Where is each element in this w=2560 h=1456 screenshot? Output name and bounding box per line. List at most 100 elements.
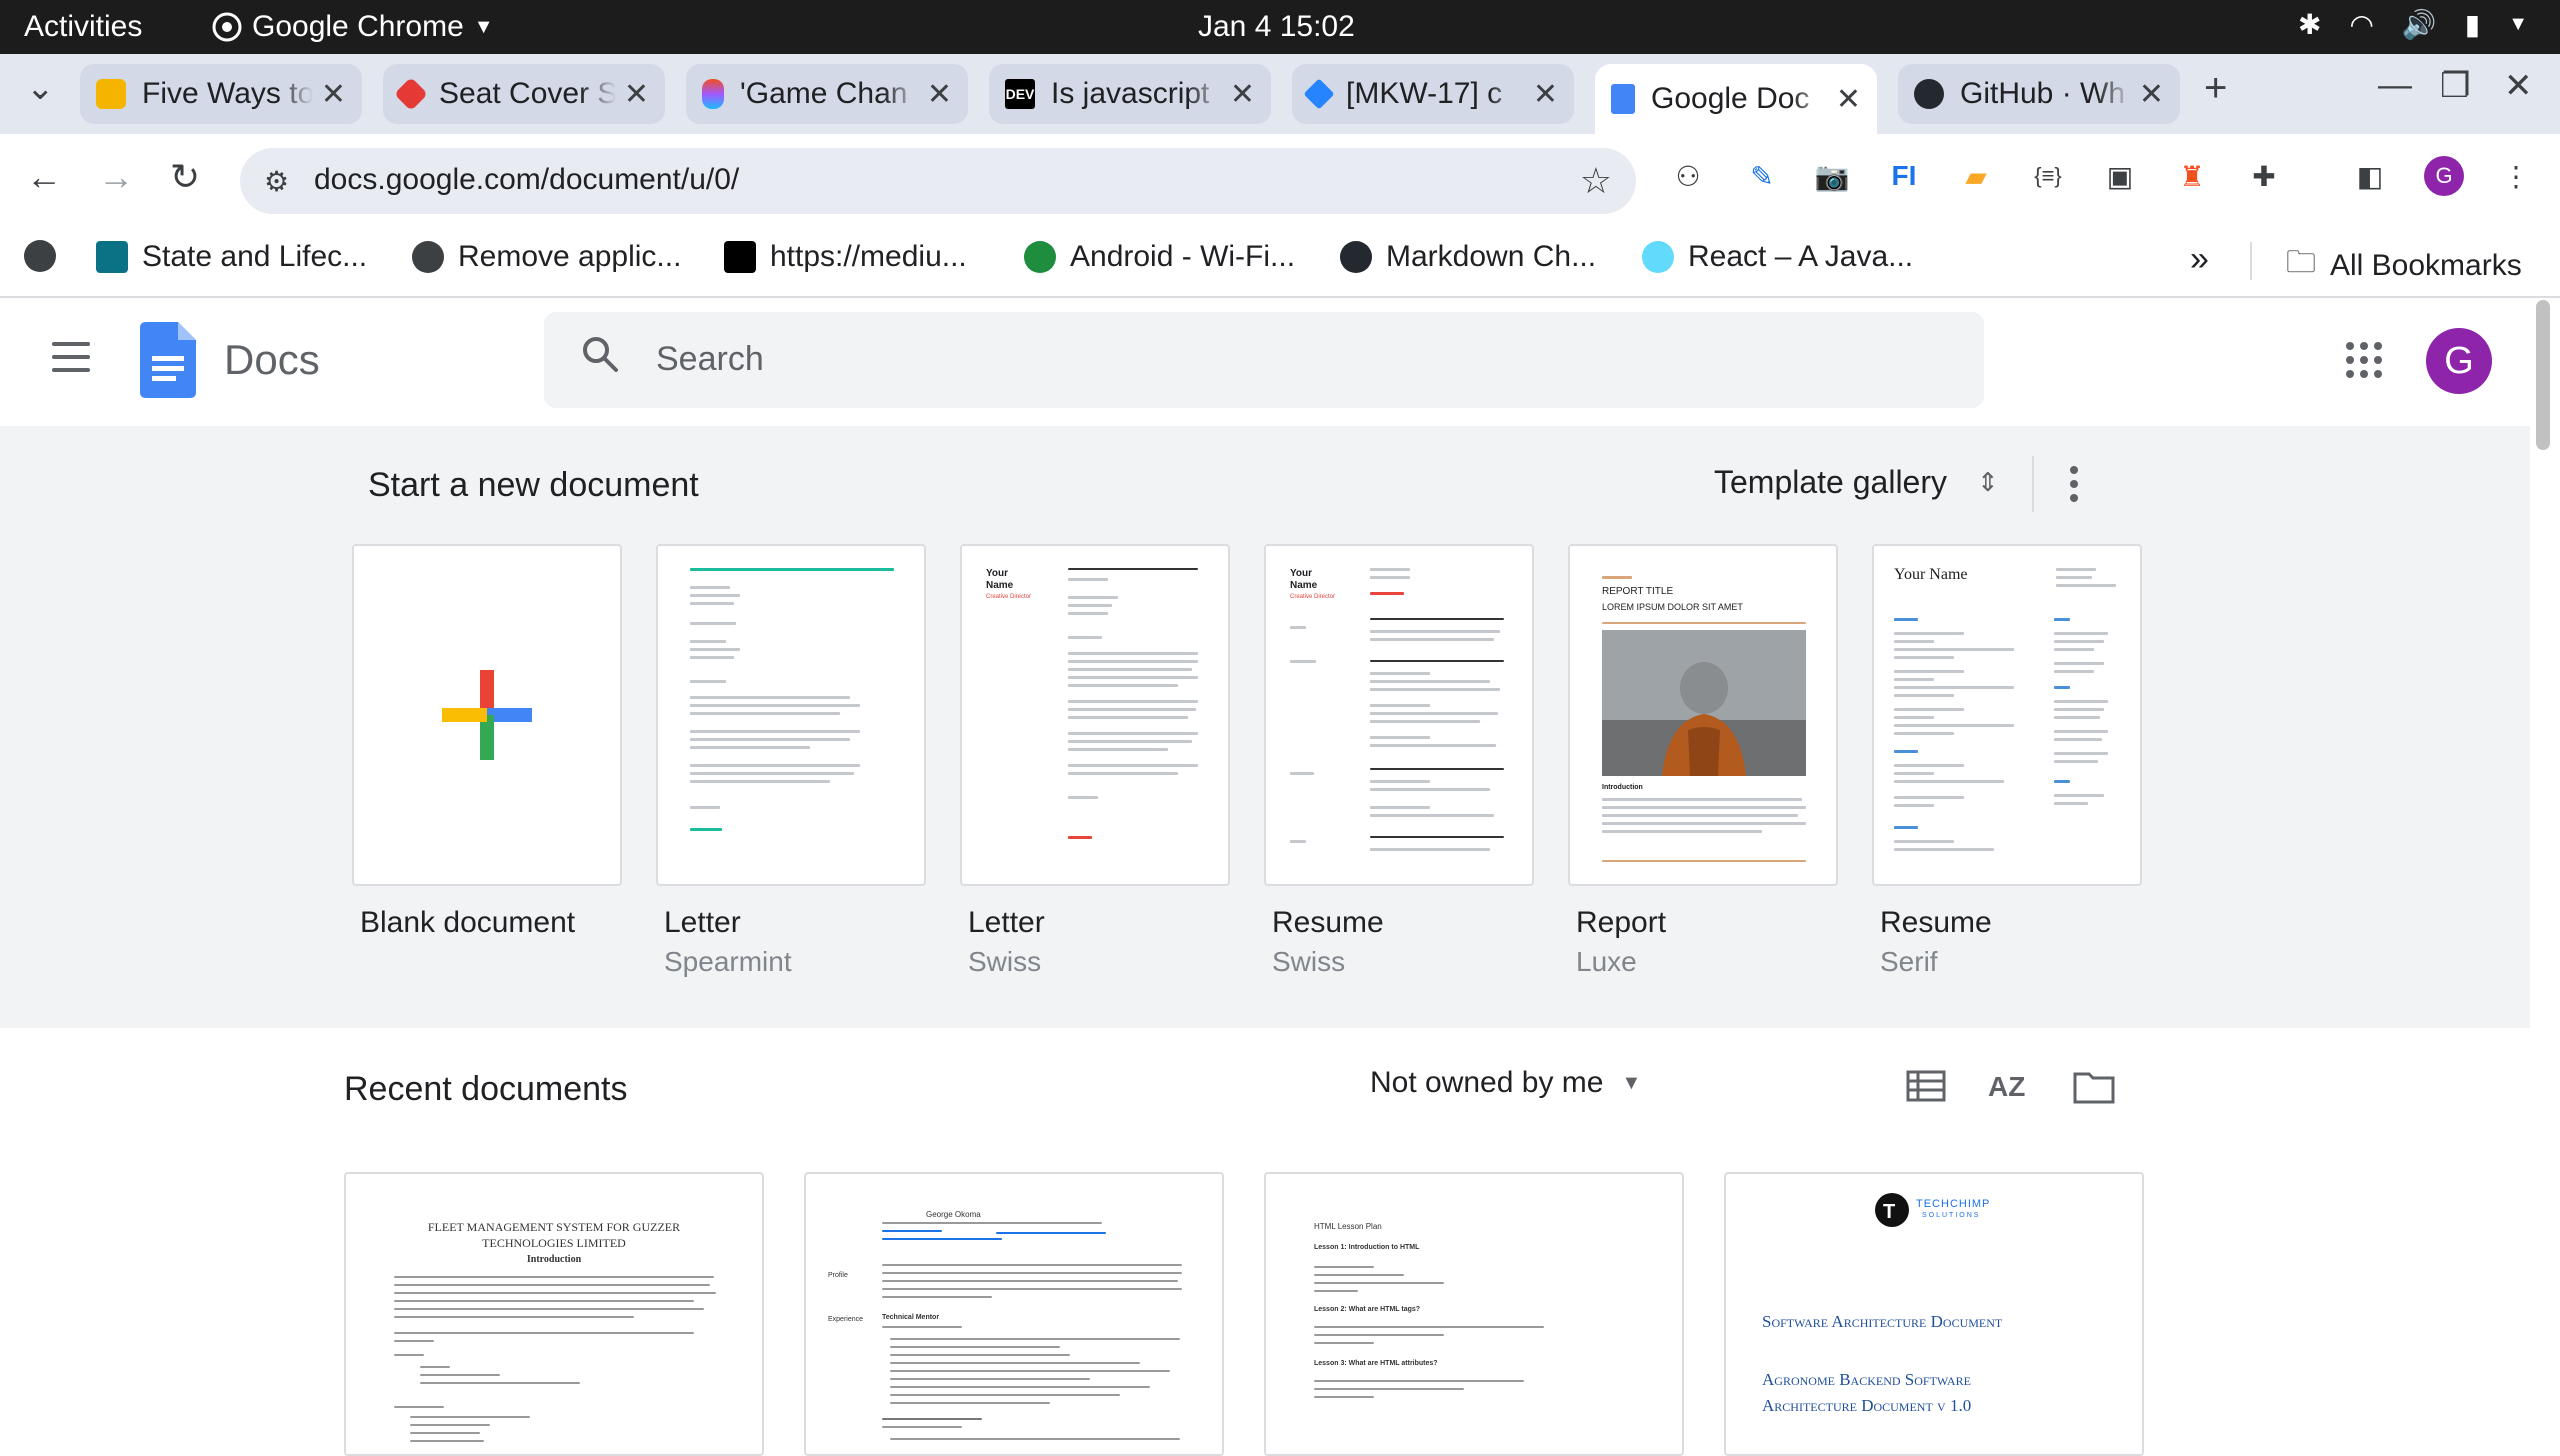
list-view-icon[interactable] xyxy=(1904,1064,1948,1108)
url-text[interactable]: docs.google.com/document/u/0/ xyxy=(314,163,739,197)
lighthouse-extension-icon[interactable]: ♜ xyxy=(2172,156,2212,196)
template-thumbnail[interactable] xyxy=(656,544,926,886)
new-tab-button[interactable]: + xyxy=(2204,66,2227,111)
tab-google-docs[interactable]: Google Doc ✕ xyxy=(1595,64,1877,134)
battery-icon[interactable]: ▮ xyxy=(2465,8,2480,41)
volume-icon[interactable]: 🔊 xyxy=(2402,8,2437,41)
github-icon xyxy=(1340,241,1372,273)
profile-avatar[interactable]: G xyxy=(2424,156,2464,196)
address-bar[interactable]: ⚙ docs.google.com/document/u/0/ ☆ xyxy=(240,148,1636,214)
wifi-icon[interactable]: ◠ xyxy=(2349,8,2373,41)
close-icon[interactable]: ✕ xyxy=(321,77,346,112)
bookmark-item[interactable]: State and Lifec... xyxy=(96,240,367,274)
more-options-icon[interactable] xyxy=(2070,466,2078,508)
docs-logo-icon[interactable] xyxy=(140,322,196,398)
main-menu-icon[interactable] xyxy=(52,342,90,381)
bookmarks-bar: State and Lifec... Remove applic... http… xyxy=(0,226,2560,298)
camera-extension-icon[interactable]: 📷 xyxy=(1812,156,1852,196)
forward-icon[interactable]: → xyxy=(98,156,134,198)
docs-favicon-icon xyxy=(1611,84,1635,114)
bookmark-globe[interactable] xyxy=(24,240,56,272)
doc-preview: HTML Lesson Plan Lesson 1: Introduction … xyxy=(1266,1174,1682,1454)
search-icon[interactable] xyxy=(580,334,620,374)
thumb-text: Your Name xyxy=(1290,568,1318,591)
tab-mkw-17[interactable]: [MKW-17] c ✕ xyxy=(1292,64,1574,124)
template-name: Report xyxy=(1576,906,1667,939)
eyedropper-extension-icon[interactable]: ✎ xyxy=(1742,156,1782,196)
clock[interactable]: Jan 4 15:02 xyxy=(1198,10,1355,44)
recent-doc-card[interactable]: FLEET MANAGEMENT SYSTEM FOR GUZZER TECHN… xyxy=(344,1172,764,1456)
close-icon[interactable]: ✕ xyxy=(624,77,649,112)
puzzle-extensions-icon[interactable]: ✚ xyxy=(2244,156,2284,196)
fi-extension-icon[interactable]: FI xyxy=(1884,156,1924,196)
doc-preview-text: Technical Mentor xyxy=(882,1314,940,1321)
template-gallery-label: Template gallery xyxy=(1714,464,1947,500)
bookmark-item[interactable]: Android - Wi-Fi... xyxy=(1024,240,1295,274)
search-input[interactable]: Search xyxy=(544,312,1984,408)
sort-az-icon[interactable]: AZ xyxy=(1986,1064,2030,1108)
side-panel-icon[interactable]: ◧ xyxy=(2350,156,2390,196)
close-window-icon[interactable]: ✕ xyxy=(2504,66,2533,106)
back-icon[interactable]: ← xyxy=(26,156,62,198)
page-scrollbar[interactable] xyxy=(2536,300,2550,450)
close-icon[interactable]: ✕ xyxy=(927,77,952,112)
bookmark-item[interactable]: Markdown Ch... xyxy=(1340,240,1596,274)
json-extension-icon[interactable]: {≡} xyxy=(2028,156,2068,196)
all-bookmarks-button[interactable]: 🗀 All Bookmarks xyxy=(2286,240,2522,291)
github-icon xyxy=(1914,79,1944,109)
google-apps-icon[interactable] xyxy=(2346,342,2382,378)
docs-app-title[interactable]: Docs xyxy=(224,336,320,384)
template-blank[interactable]: Blank document xyxy=(352,544,622,940)
bookmark-star-icon[interactable]: ☆ xyxy=(1580,160,1612,202)
app-menu[interactable]: Google Chrome ▼ xyxy=(212,10,494,44)
react-icon xyxy=(1642,241,1674,273)
template-thumbnail[interactable] xyxy=(352,544,622,886)
close-icon[interactable]: ✕ xyxy=(2139,77,2164,112)
bookmark-item[interactable]: React – A Java... xyxy=(1642,240,1913,274)
account-avatar[interactable]: G xyxy=(2426,328,2492,394)
template-resume-serif[interactable]: Your Name Resume Serif xyxy=(1872,544,2142,978)
tab-is-javascript[interactable]: DEV Is javascript ✕ xyxy=(989,64,1271,124)
thumb-text: Introduction xyxy=(1602,784,1643,791)
template-thumbnail[interactable]: Your Name Creative Director xyxy=(960,544,1230,886)
doc-preview-text: Software Architecture Document xyxy=(1762,1312,2003,1331)
template-thumbnail[interactable]: REPORT TITLE LOREM IPSUM DOLOR SIT AMET … xyxy=(1568,544,1838,886)
tab-seat-cover[interactable]: Seat Cover S ✕ xyxy=(383,64,665,124)
picture-in-picture-icon[interactable]: ▣ xyxy=(2100,156,2140,196)
reload-icon[interactable]: ↻ xyxy=(170,156,200,198)
site-info-icon[interactable]: ⚙ xyxy=(264,165,289,198)
template-letter-swiss[interactable]: Your Name Creative Director Letter Swiss xyxy=(960,544,1230,978)
tab-search-icon[interactable]: ⌄ xyxy=(26,68,55,108)
chrome-menu-icon[interactable]: ⋮ xyxy=(2496,156,2536,196)
owner-filter-dropdown[interactable]: Not owned by me ▼ xyxy=(1370,1066,1641,1100)
template-gallery-button[interactable]: Template gallery ⇕ xyxy=(1714,464,1999,501)
slack-icon[interactable]: ✱ xyxy=(2298,8,2321,41)
recent-doc-card[interactable]: HTML Lesson Plan Lesson 1: Introduction … xyxy=(1264,1172,1684,1456)
template-letter-spearmint[interactable]: Letter Spearmint xyxy=(656,544,926,978)
power-icon[interactable]: ▼ xyxy=(2508,13,2528,36)
bookmark-label: State and Lifec... xyxy=(142,240,368,273)
close-icon[interactable]: ✕ xyxy=(1836,82,1861,117)
tab-game-changer[interactable]: 'Game Chan ✕ xyxy=(686,64,968,124)
extension-icon[interactable]: ⚇ xyxy=(1668,156,1708,196)
tab-five-ways[interactable]: Five Ways to ✕ xyxy=(80,64,362,124)
template-report-luxe[interactable]: REPORT TITLE LOREM IPSUM DOLOR SIT AMET … xyxy=(1568,544,1838,978)
recent-doc-card[interactable]: T TECHCHIMP SOLUTIONS Software Architect… xyxy=(1724,1172,2144,1456)
minimize-icon[interactable]: — xyxy=(2378,66,2412,105)
template-thumbnail[interactable]: Your Name Creative Director xyxy=(1264,544,1534,886)
close-icon[interactable]: ✕ xyxy=(1230,77,1255,112)
bookmark-item[interactable]: https://mediu... xyxy=(724,240,967,274)
close-icon[interactable]: ✕ xyxy=(1533,77,1558,112)
folder-picker-icon[interactable] xyxy=(2072,1064,2116,1108)
template-resume-swiss[interactable]: Your Name Creative Director Resume Swiss xyxy=(1264,544,1534,978)
doc-preview-text: Architecture Document v 1.0 xyxy=(1762,1396,1972,1415)
folder-extension-icon[interactable]: ▰ xyxy=(1956,156,1996,196)
activities-button[interactable]: Activities xyxy=(24,10,142,44)
recent-doc-card[interactable]: George Okoma Profile Experience Technica… xyxy=(804,1172,1224,1456)
bookmark-item[interactable]: Remove applic... xyxy=(412,240,681,274)
template-thumbnail[interactable]: Your Name xyxy=(1872,544,2142,886)
restore-icon[interactable]: ❐ xyxy=(2440,66,2470,106)
system-tray[interactable]: ✱ ◠ 🔊 ▮ ▼ xyxy=(2298,8,2528,41)
more-bookmarks-icon[interactable]: » xyxy=(2190,240,2209,279)
tab-github[interactable]: GitHub · Wh ✕ xyxy=(1898,64,2180,124)
